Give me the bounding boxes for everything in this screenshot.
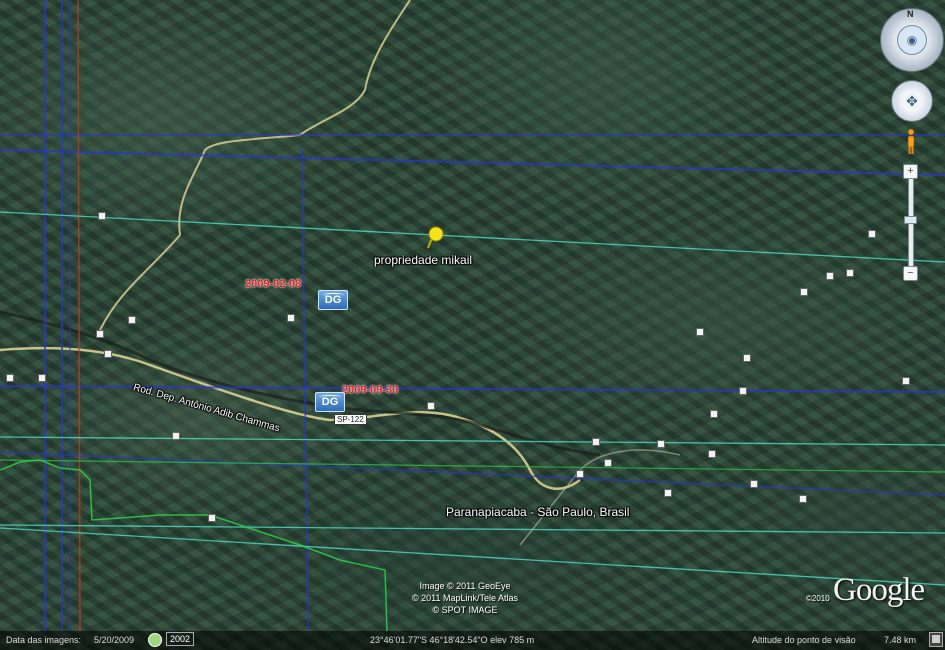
pan-control[interactable]: ✥ bbox=[891, 80, 933, 122]
poi-marker[interactable] bbox=[104, 350, 112, 358]
imagery-date-label[interactable]: 2009-02-08 bbox=[245, 278, 301, 290]
status-bar: Data das imagens: 5/20/2009 2002 23°46'0… bbox=[0, 631, 945, 650]
grid-line bbox=[301, 147, 309, 632]
cyan-line bbox=[0, 524, 945, 534]
digitalglobe-icon[interactable]: DG bbox=[318, 290, 348, 310]
grid-line bbox=[0, 149, 945, 176]
eye-altitude-caption: Altitude do ponto de visão bbox=[752, 635, 856, 645]
boundary-red-line bbox=[77, 0, 81, 632]
imagery-date-label[interactable]: 2009-09-30 bbox=[342, 384, 398, 396]
attribution-line: © SPOT IMAGE bbox=[432, 605, 498, 615]
map-overlays bbox=[0, 0, 945, 632]
poi-marker[interactable] bbox=[287, 314, 295, 322]
poi-marker[interactable] bbox=[664, 489, 672, 497]
poi-marker[interactable] bbox=[576, 470, 584, 478]
poi-marker[interactable] bbox=[743, 354, 751, 362]
digitalglobe-icon[interactable]: DG bbox=[315, 392, 345, 412]
historical-year-button[interactable]: 2002 bbox=[166, 632, 195, 646]
zoom-thumb[interactable] bbox=[904, 216, 917, 224]
poi-marker[interactable] bbox=[799, 495, 807, 503]
poi-marker[interactable] bbox=[739, 387, 747, 395]
poi-marker[interactable] bbox=[657, 440, 665, 448]
poi-marker[interactable] bbox=[696, 328, 704, 336]
road-shield: SP-122 bbox=[334, 414, 367, 425]
poi-marker[interactable] bbox=[427, 402, 435, 410]
cyan-line bbox=[0, 436, 945, 446]
zoom-in-button[interactable]: + bbox=[903, 164, 918, 179]
street-view-pegman-icon[interactable] bbox=[905, 128, 917, 156]
yellow-pushpin-icon bbox=[427, 226, 444, 249]
attribution-line: Image © 2011 GeoEye bbox=[419, 581, 511, 591]
historical-imagery-clock-icon[interactable] bbox=[148, 633, 162, 647]
poi-marker[interactable] bbox=[800, 288, 808, 296]
google-logo: Google bbox=[833, 572, 925, 608]
poi-marker[interactable] bbox=[172, 432, 180, 440]
attribution-line: © 2011 MapLink/Tele Atlas bbox=[411, 593, 519, 603]
poi-marker[interactable] bbox=[710, 410, 718, 418]
poi-marker[interactable] bbox=[128, 316, 136, 324]
pointer-coordinates: 23°46'01.77"S 46°18'42.54"O elev 785 m bbox=[370, 635, 535, 645]
imagery-date-caption: Data das imagens: bbox=[6, 635, 82, 645]
poi-marker[interactable] bbox=[208, 514, 216, 522]
cyan-line bbox=[0, 211, 945, 263]
poi-marker[interactable] bbox=[592, 438, 600, 446]
green-boundary bbox=[0, 459, 945, 473]
poi-marker[interactable] bbox=[868, 230, 876, 238]
poi-marker[interactable] bbox=[96, 330, 104, 338]
poi-marker[interactable] bbox=[902, 377, 910, 385]
look-eye-icon[interactable]: ◉ bbox=[897, 25, 927, 55]
poi-marker[interactable] bbox=[6, 374, 14, 382]
poi-marker[interactable] bbox=[98, 212, 106, 220]
compass-ring[interactable]: N ◉ bbox=[880, 8, 944, 72]
grid-line bbox=[0, 451, 945, 496]
zoom-out-button[interactable]: − bbox=[903, 266, 918, 281]
poi-marker[interactable] bbox=[846, 269, 854, 277]
north-indicator[interactable]: N bbox=[907, 9, 914, 19]
placemark-label[interactable]: propriedade mikail bbox=[374, 253, 472, 267]
zoom-slider[interactable]: + − bbox=[903, 164, 918, 281]
poi-marker[interactable] bbox=[708, 450, 716, 458]
poi-marker[interactable] bbox=[38, 374, 46, 382]
main-road bbox=[0, 346, 581, 490]
pan-arrows-icon[interactable]: ✥ bbox=[892, 81, 932, 121]
poi-marker[interactable] bbox=[826, 272, 834, 280]
poi-marker[interactable] bbox=[750, 480, 758, 488]
imagery-date-value: 5/20/2009 bbox=[94, 635, 135, 645]
imagery-attribution: Image © 2011 GeoEye © 2011 MapLink/Tele … bbox=[390, 580, 540, 616]
green-boundary bbox=[0, 459, 388, 632]
satellite-map[interactable]: propriedade mikail Paranapiacaba - São P… bbox=[0, 0, 945, 650]
streaming-status-icon bbox=[929, 632, 943, 647]
place-label[interactable]: Paranapiacaba - São Paulo, Brasil bbox=[446, 505, 629, 519]
cyan-line bbox=[0, 527, 945, 586]
eye-altitude-value: 7.48 km bbox=[884, 635, 917, 645]
copyright-year: ©2010 bbox=[806, 594, 830, 603]
railway bbox=[0, 310, 601, 457]
poi-marker[interactable] bbox=[604, 459, 612, 467]
